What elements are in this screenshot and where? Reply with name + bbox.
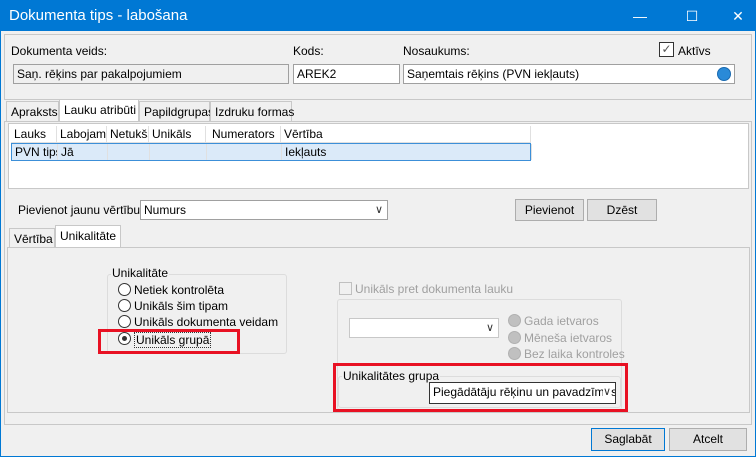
window-title: Dokumenta tips - labošana — [9, 7, 188, 24]
tab-izdruku-formas[interactable]: Izdruku formas — [210, 101, 294, 121]
tab-lauku-atributi[interactable]: Lauku atribūti — [59, 99, 139, 122]
cell-netukss — [108, 144, 150, 160]
radio-gada-ietvaros[interactable] — [508, 314, 521, 327]
add-value-selected: Numurs — [144, 203, 187, 217]
minimize-button[interactable]: — — [625, 5, 655, 27]
name-input[interactable]: Saņemtais rēķins (PVN iekļauts) — [403, 64, 735, 84]
chevron-down-icon: ∨ — [374, 204, 383, 216]
col-lauks[interactable]: Lauks — [11, 126, 57, 142]
doc-type-label: Dokumenta veids: — [11, 44, 108, 58]
maximize-button[interactable]: ☐ — [677, 5, 707, 27]
close-button[interactable]: ✕ — [723, 5, 753, 27]
globe-icon[interactable] — [717, 67, 731, 81]
col-labojams[interactable]: Labojams — [57, 126, 107, 142]
tab-vertiba[interactable]: Vērtība — [9, 228, 55, 248]
active-checkbox[interactable]: ✓ — [659, 42, 674, 57]
name-label: Nosaukums: — [403, 44, 470, 58]
col-unikals[interactable]: Unikāls — [149, 126, 206, 142]
save-button[interactable]: Saglabāt — [591, 428, 665, 451]
tab-apraksts[interactable]: Apraksts — [6, 101, 59, 121]
highlight-box — [98, 329, 240, 354]
radio-label: Gada ietvaros — [524, 314, 599, 328]
radio-label: Mēneša ietvaros — [524, 331, 613, 345]
cell-numerators — [207, 144, 282, 160]
doc-field-select[interactable]: ∨ — [349, 318, 499, 338]
radio-label: Netiek kontrolēta — [134, 283, 225, 297]
cancel-button[interactable]: Atcelt — [669, 428, 747, 451]
tab-unikalitate[interactable]: Unikalitāte — [55, 225, 121, 248]
name-value: Saņemtais rēķins (PVN iekļauts) — [407, 67, 580, 81]
grid-header: Lauks Labojams Netukšs Unikāls Numerator… — [11, 126, 531, 143]
radio-unikals-sim-tipam[interactable] — [118, 299, 131, 312]
cell-lauks: PVN tips — [12, 144, 58, 160]
col-numerators[interactable]: Numerators — [206, 126, 281, 142]
dialog-window: Dokumenta tips - labošana — ☐ ✕ Dokument… — [0, 0, 756, 457]
radio-label: Bez laika kontroles — [524, 347, 625, 361]
radio-unikals-dokumenta-veidam[interactable] — [118, 315, 131, 328]
add-value-label: Pievienot jaunu vērtību: — [18, 203, 144, 217]
code-input[interactable]: AREK2 — [293, 64, 400, 84]
radio-bez-laika-kontroles[interactable] — [508, 347, 521, 360]
cell-labojams: Jā — [58, 144, 108, 160]
attributes-grid: Lauks Labojams Netukšs Unikāls Numerator… — [8, 123, 749, 189]
radio-netiek-kontroleta[interactable] — [118, 283, 131, 296]
tab-papildgrupas[interactable]: Papildgrupas — [139, 101, 214, 121]
radio-meneša-ietvaros[interactable] — [508, 331, 521, 344]
add-value-select[interactable]: Numurs ∨ — [140, 200, 388, 220]
chevron-down-icon: ∨ — [485, 322, 494, 334]
radio-label: Unikāls dokumenta veidam — [134, 315, 279, 329]
uniqueness-group-title: Unikalitāte — [111, 266, 170, 280]
doc-type-field: Saņ. rēķins par pakalpojumiem — [13, 64, 289, 84]
table-row[interactable]: PVN tips Jā Iekļauts — [11, 143, 532, 161]
add-button[interactable]: Pievienot — [515, 199, 584, 221]
delete-button[interactable]: Dzēst — [587, 199, 657, 221]
cell-unikals — [150, 144, 207, 160]
radio-label: Unikāls šim tipam — [134, 299, 229, 313]
active-label: Aktīvs — [678, 44, 711, 58]
cell-vertiba: Iekļauts — [282, 144, 532, 160]
highlight-box — [333, 363, 628, 412]
doc-field-checkbox[interactable] — [339, 282, 352, 295]
col-netukss[interactable]: Netukšs — [107, 126, 149, 142]
col-vertiba[interactable]: Vērtība — [281, 126, 531, 142]
code-label: Kods: — [293, 44, 324, 58]
title-bar: Dokumenta tips - labošana — ☐ ✕ — [1, 1, 755, 31]
doc-field-label: Unikāls pret dokumenta lauku — [355, 282, 514, 296]
